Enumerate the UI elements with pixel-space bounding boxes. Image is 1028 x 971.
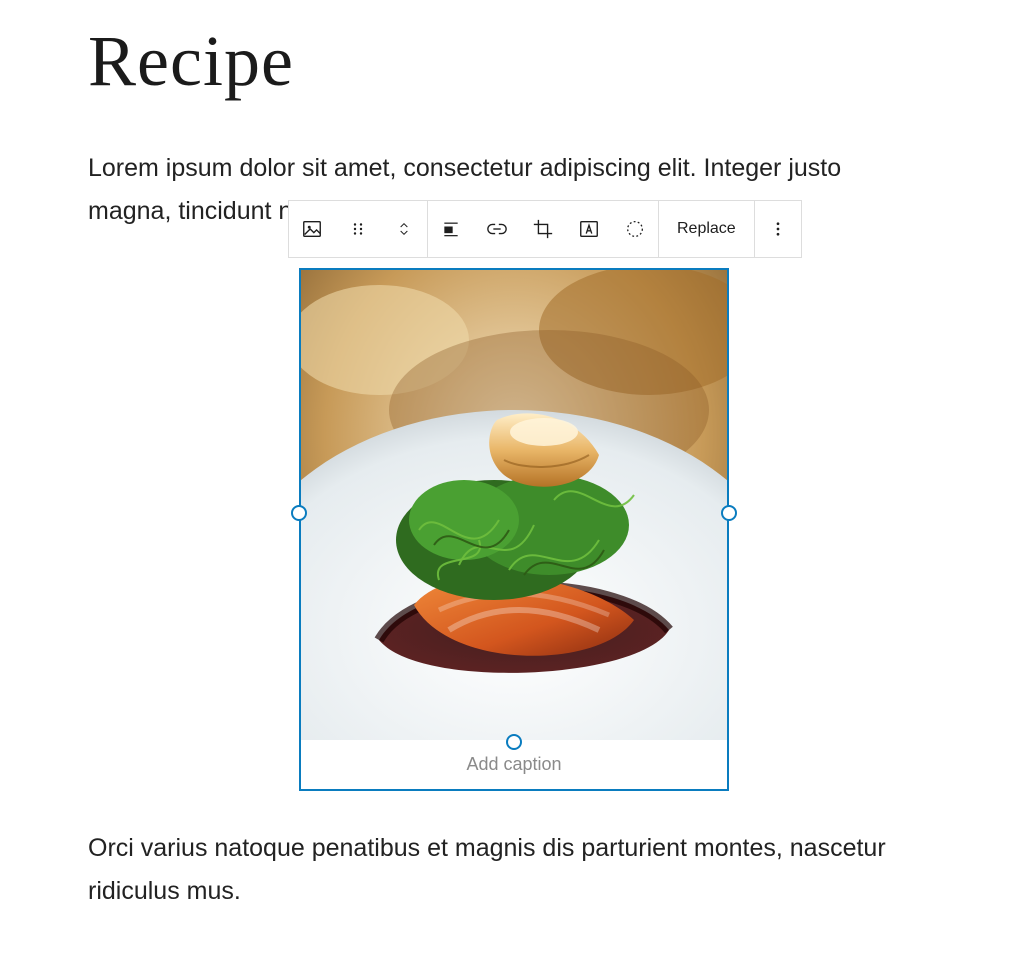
- block-toolbar: Replace: [288, 200, 802, 258]
- resize-handle-right[interactable]: [721, 505, 737, 521]
- duotone-icon[interactable]: [612, 201, 658, 257]
- crop-icon[interactable]: [520, 201, 566, 257]
- paragraph-2: Orci varius natoque penatibus et magnis …: [88, 827, 908, 912]
- text-overlay-icon[interactable]: [566, 201, 612, 257]
- more-vertical-icon[interactable]: [755, 201, 801, 257]
- image-block-photo[interactable]: [301, 270, 727, 740]
- image-block[interactable]: Add caption: [299, 268, 729, 791]
- page-title: Recipe: [88, 20, 940, 103]
- resize-handle-left[interactable]: [291, 505, 307, 521]
- drag-icon[interactable]: [335, 201, 381, 257]
- link-icon[interactable]: [474, 201, 520, 257]
- replace-button[interactable]: Replace: [659, 201, 754, 257]
- move-updown-icon[interactable]: [381, 201, 427, 257]
- resize-handle-bottom[interactable]: [506, 734, 522, 750]
- align-icon[interactable]: [428, 201, 474, 257]
- image-icon[interactable]: [289, 201, 335, 257]
